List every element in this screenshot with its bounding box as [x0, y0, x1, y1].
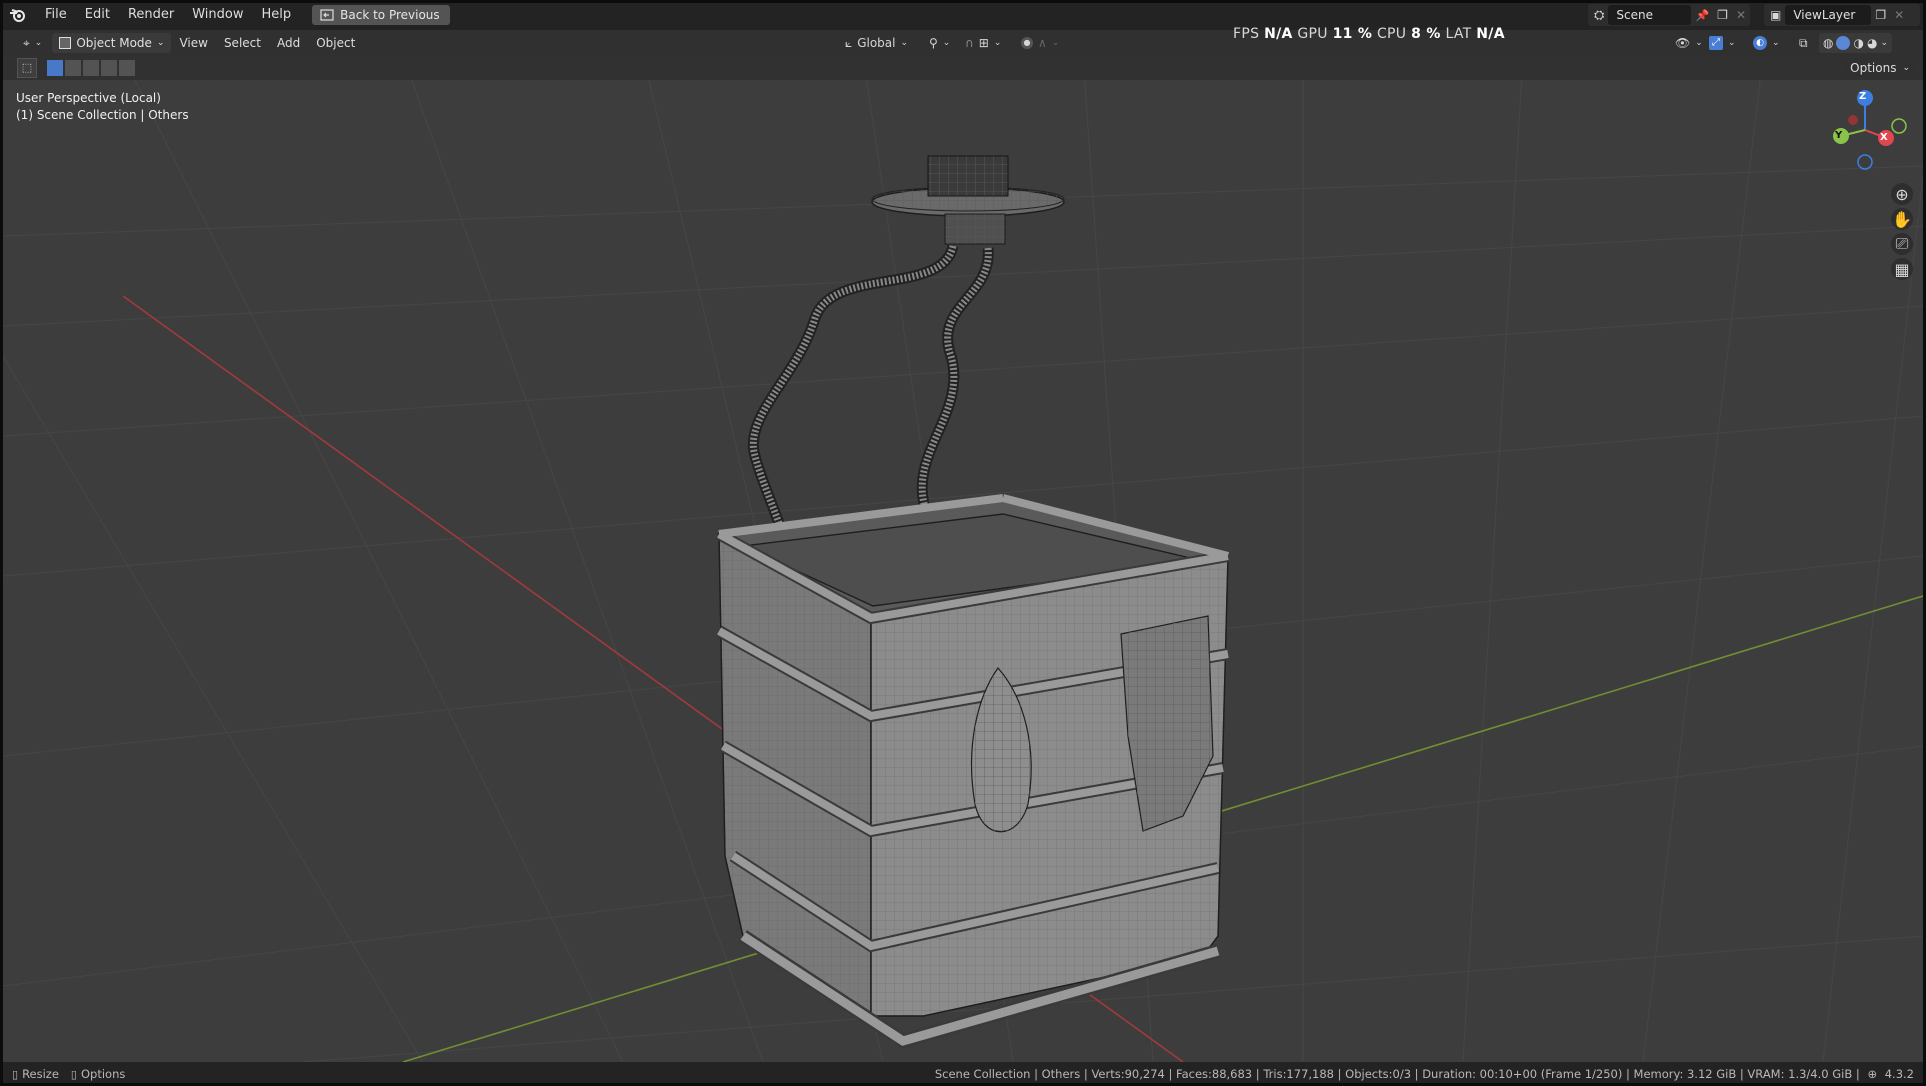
tool-settings-bar: ⬚	[3, 56, 1923, 80]
select-extend-icon[interactable]	[65, 60, 81, 76]
rendered-shading-icon[interactable]: ◕	[1867, 36, 1877, 50]
pin-icon[interactable]: 📌	[1691, 9, 1713, 22]
mouse-left-icon: ▯	[12, 1067, 19, 1081]
snap-target-icon: ⊞	[978, 36, 989, 50]
version-label: 4.3.2	[1884, 1067, 1914, 1081]
3d-viewport[interactable]: User Perspective (Local) (1) Scene Colle…	[3, 56, 1923, 1062]
viewport-scene	[3, 56, 1923, 1062]
camera-view-icon[interactable]: ⎚	[1891, 233, 1913, 255]
lat-label: LAT	[1445, 26, 1472, 42]
lat-value: N/A	[1476, 26, 1505, 42]
orientation-label: Global	[857, 36, 896, 50]
viewlayer-icon: ▣	[1770, 8, 1782, 22]
proportional-edit-icon: ●	[1021, 37, 1033, 49]
falloff-icon: ∧	[1038, 36, 1047, 50]
fps-label: FPS	[1233, 26, 1260, 42]
blender-logo-icon[interactable]	[0, 0, 36, 30]
editor-type-icon: ⌖	[23, 35, 30, 50]
gpu-label: GPU	[1297, 26, 1328, 42]
object-mode-icon	[59, 37, 72, 49]
menu-view[interactable]: View	[171, 28, 215, 58]
xray-toggle[interactable]: ⧉	[1793, 33, 1814, 53]
gizmo-toggle[interactable]: ⤢ ⌄	[1703, 33, 1742, 53]
select-new-icon[interactable]	[47, 60, 63, 76]
viewlayer-selector[interactable]: ▣ ViewLayer ❐ ✕	[1764, 4, 1920, 26]
wireframe-shading-icon[interactable]: ◍	[1823, 36, 1833, 50]
mode-dropdown[interactable]: Object Mode ⌄	[52, 33, 172, 53]
pan-hand-icon[interactable]: ✋	[1891, 208, 1913, 230]
chevron-down-icon: ⌄	[156, 38, 165, 48]
menu-object[interactable]: Object	[308, 28, 363, 58]
eye-icon: 👁	[1675, 36, 1691, 50]
fps-value: N/A	[1264, 26, 1293, 42]
viewlayer-name-field[interactable]: ViewLayer	[1785, 5, 1872, 25]
select-mode-group	[47, 60, 135, 76]
ortho-grid-icon[interactable]: ▦	[1891, 258, 1913, 280]
orientation-icon: ⟀	[845, 35, 853, 50]
new-scene-icon[interactable]: ❐	[1713, 8, 1732, 22]
solid-shading-icon[interactable]	[1836, 36, 1851, 50]
overlays-icon: ◐	[1753, 36, 1767, 50]
select-intersect-icon[interactable]	[119, 60, 135, 76]
magnet-icon: ∩	[965, 36, 974, 50]
menu-add[interactable]: Add	[269, 28, 308, 58]
select-tool-icon[interactable]: ⬚	[17, 58, 37, 78]
proportional-edit-toggle[interactable]: ● ∧ ⌄	[1015, 33, 1065, 53]
transform-orientation-dropdown[interactable]: ⟀ Global ⌄	[839, 33, 914, 53]
shading-modes: ◍ ◑ ◕ ⌄	[1819, 33, 1892, 53]
options-label: Options	[1850, 61, 1897, 75]
menu-window[interactable]: Window	[183, 0, 252, 30]
zoom-icon[interactable]: ⊕	[1891, 183, 1913, 205]
chevron-down-icon: ⌄	[900, 38, 909, 48]
shading-options-icon[interactable]: ⌄	[1880, 38, 1888, 48]
overlays-toggle[interactable]: ◐ ⌄	[1747, 33, 1786, 53]
back-button-label: Back to Previous	[340, 8, 440, 22]
scene-statistics: Scene Collection | Others | Verts:90,274…	[935, 1062, 1914, 1086]
menu-render[interactable]: Render	[119, 0, 183, 30]
menu-select[interactable]: Select	[216, 28, 269, 58]
gpu-value: 11 %	[1332, 26, 1373, 42]
delete-scene-icon[interactable]: ✕	[1732, 8, 1750, 22]
new-viewlayer-icon[interactable]: ❐	[1871, 8, 1890, 22]
select-subtract-icon[interactable]	[83, 60, 99, 76]
stats-text: Scene Collection | Others | Verts:90,274…	[934, 1067, 1860, 1081]
pivot-icon: ⚲	[929, 36, 938, 50]
perspective-label: User Perspective (Local)	[16, 91, 161, 105]
menu-edit[interactable]: Edit	[76, 0, 119, 30]
select-invert-icon[interactable]	[101, 60, 117, 76]
orientation-gizmo	[1833, 90, 1907, 170]
status-bar: ▯ Resize ▯ Options Scene Collection | Ot…	[0, 1062, 1926, 1086]
pivot-dropdown[interactable]: ⚲ ⌄	[923, 33, 956, 53]
chevron-down-icon: ⌄	[1902, 63, 1910, 73]
menu-help[interactable]: Help	[253, 0, 301, 30]
options-dropdown[interactable]: Options ⌄	[1842, 58, 1918, 78]
cpu-label: CPU	[1376, 26, 1407, 42]
gizmo-z-label[interactable]: Z	[1859, 91, 1866, 102]
mouse-right-icon: ▯	[70, 1067, 77, 1081]
xray-icon: ⧉	[1799, 35, 1808, 50]
viewport-header: ⌖ ⌄ Object Mode ⌄ View Select Add Object …	[3, 30, 1923, 56]
performance-stats: FPS N/A GPU 11 % CPU 8 % LAT N/A	[1233, 26, 1505, 42]
cpu-value: 8 %	[1411, 26, 1441, 42]
screen-back-icon	[320, 9, 334, 21]
scene-icon: ⛭	[1594, 7, 1605, 23]
scene-selector[interactable]: ⛭ Scene 📌 ❐ ✕	[1588, 4, 1750, 26]
network-icon: ⊕	[1867, 1067, 1878, 1081]
editor-type-button[interactable]: ⌖ ⌄	[17, 33, 48, 53]
resize-hint: Resize	[22, 1067, 59, 1081]
gizmo-x-label[interactable]: X	[1880, 132, 1888, 143]
scene-name-field[interactable]: Scene	[1608, 5, 1692, 25]
material-shading-icon[interactable]: ◑	[1853, 36, 1863, 50]
gizmo-icon: ⤢	[1709, 36, 1723, 50]
mode-label: Object Mode	[76, 36, 152, 50]
menu-file[interactable]: File	[36, 0, 76, 30]
fixture	[871, 155, 1065, 245]
top-menubar: File Edit Render Window Help Back to Pre…	[0, 0, 1926, 30]
gizmo-y-label[interactable]: Y	[1835, 130, 1842, 141]
options-hint: Options	[80, 1067, 126, 1081]
back-to-previous-button[interactable]: Back to Previous	[312, 5, 450, 25]
snap-toggle[interactable]: ∩ ⊞ ⌄	[959, 33, 1007, 53]
delete-viewlayer-icon[interactable]: ✕	[1890, 8, 1908, 22]
collection-label: (1) Scene Collection | Others	[16, 108, 189, 122]
